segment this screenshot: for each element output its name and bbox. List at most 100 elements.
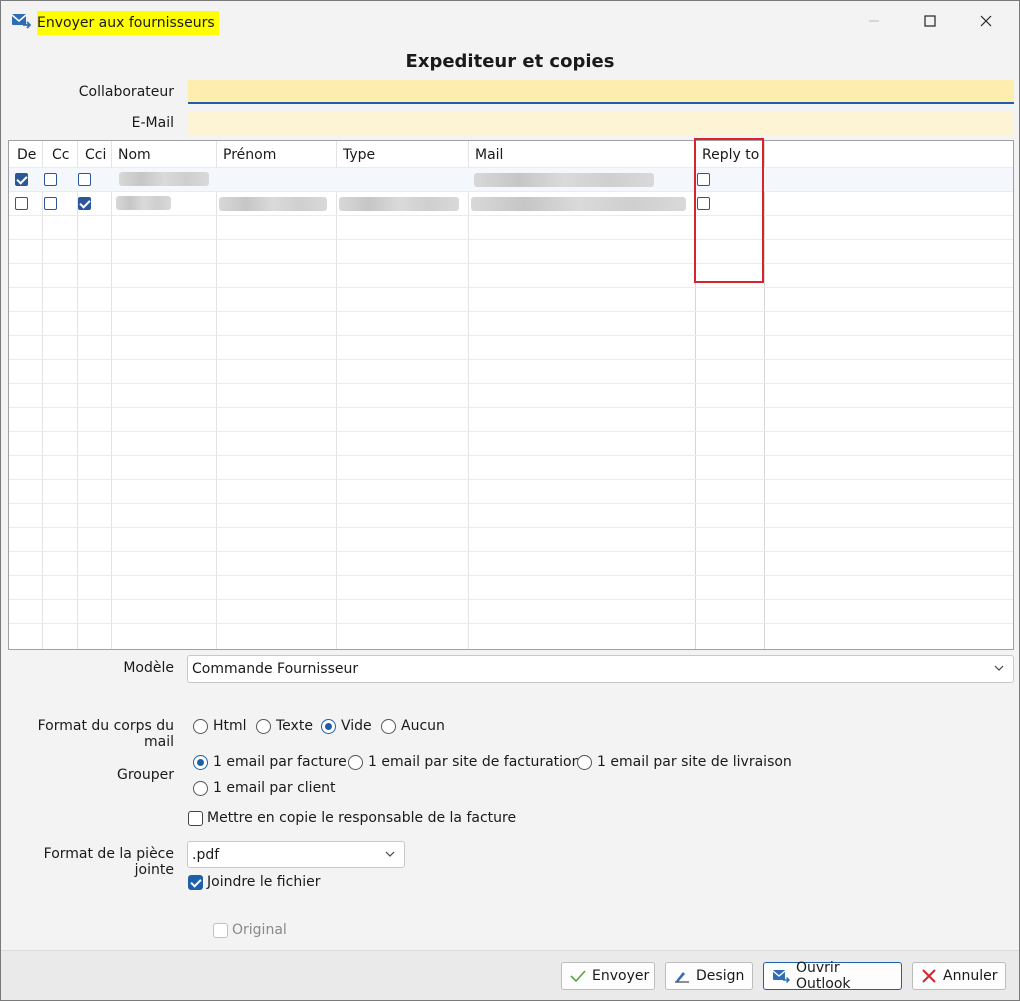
minimize-button[interactable] [851,1,897,41]
email-field[interactable] [188,111,1014,135]
minimize-icon [869,20,879,22]
radio-par-facture[interactable] [193,755,208,770]
radio-par-site-livraison[interactable] [577,755,592,770]
row2-cci-checkbox[interactable] [78,197,91,210]
column-divider [468,141,469,649]
row-divider [9,431,1013,432]
redacted-type [339,197,459,211]
redacted-mail [471,197,686,211]
original-label: Original [232,922,287,938]
piece-jointe-label: Format de la pièce jointe [43,846,174,878]
close-button[interactable] [963,1,1009,41]
column-divider [42,141,43,649]
row1-de-checkbox[interactable] [15,173,28,186]
ouvrir-outlook-button-label: Ouvrir Outlook [796,960,851,992]
column-header-prenom[interactable]: Prénom [217,141,276,167]
row-divider [9,551,1013,552]
column-header-mail[interactable]: Mail [469,141,503,167]
row-divider [9,623,1013,624]
radio-html-label: Html [213,718,247,734]
close-icon [980,15,992,27]
column-header-de[interactable]: De [11,141,36,167]
table-row[interactable] [9,192,1013,215]
column-divider [77,141,78,649]
mail-send-icon [11,14,31,29]
row-divider [9,479,1013,480]
envoyer-button[interactable]: Envoyer [561,962,655,990]
email-label: E-Mail [131,115,174,131]
piece-jointe-select[interactable]: .pdf [187,841,405,868]
row-divider [9,359,1013,360]
modele-select[interactable]: Commande Fournisseur [187,655,1014,683]
column-divider [336,141,337,649]
radio-texte[interactable] [256,719,271,734]
row-divider [9,287,1013,288]
collaborateur-label: Collaborateur [78,84,174,100]
row2-cc-checkbox[interactable] [44,197,57,210]
collaborateur-field[interactable] [188,80,1014,104]
ouvrir-outlook-button[interactable]: Ouvrir Outlook [763,960,902,992]
radio-texte-label: Texte [276,718,313,734]
redacted-prenom [219,197,327,211]
redacted-nom [119,172,209,186]
radio-aucun-label: Aucun [401,718,445,734]
row-divider [9,383,1013,384]
radio-vide[interactable] [321,719,336,734]
annuler-button-label: Annuler [943,968,998,984]
row2-de-checkbox[interactable] [15,197,28,210]
column-divider [764,141,765,649]
radio-par-client-label: 1 email par client [213,780,336,796]
radio-aucun[interactable] [381,719,396,734]
table-row[interactable] [9,168,1013,191]
section-heading: Expediteur et copies [405,51,615,72]
design-button-label: Design [696,968,745,984]
copie-responsable-checkbox[interactable] [188,811,203,826]
row-divider [9,263,1013,264]
radio-par-site-facturation[interactable] [348,755,363,770]
column-header-cc[interactable]: Cc [46,141,69,167]
recipients-grid[interactable]: De Cc Cci Nom Prénom Type Mail Reply to [8,140,1014,650]
title-bar: Envoyer aux fournisseurs [1,1,1019,41]
chevron-down-icon [994,665,1004,671]
row-divider [9,503,1013,504]
modele-label: Modèle [123,660,174,676]
piece-jointe-value: .pdf [192,847,220,863]
grouper-label: Grouper [117,767,174,783]
column-header-nom[interactable]: Nom [112,141,151,167]
row1-cci-checkbox[interactable] [78,173,91,186]
row-divider [9,527,1013,528]
format-corps-label: Format du corps du mail [37,718,174,750]
modele-value: Commande Fournisseur [192,661,359,677]
radio-par-client[interactable] [193,781,208,796]
row-divider [9,599,1013,600]
design-button[interactable]: Design [665,962,753,990]
radio-html[interactable] [193,719,208,734]
column-divider [111,141,112,649]
radio-par-facture-label: 1 email par facture [213,754,347,770]
mail-send-icon [772,970,790,983]
row1-cc-checkbox[interactable] [44,173,57,186]
maximize-icon [924,15,936,27]
row-divider [9,311,1013,312]
copie-responsable-label: Mettre en copie le responsable de la fac… [207,810,517,826]
joindre-fichier-label: Joindre le fichier [207,874,321,890]
maximize-button[interactable] [907,1,953,41]
redacted-nom [116,196,171,210]
original-checkbox[interactable] [213,923,228,938]
annotation-highlight-box [694,138,764,283]
radio-par-site-facturation-label: 1 email par site de facturation [368,754,581,770]
chevron-down-icon [385,851,395,857]
row-divider [9,215,1013,216]
redacted-mail [474,173,654,187]
row-divider [9,575,1013,576]
check-icon [570,970,586,983]
column-header-cci[interactable]: Cci [79,141,106,167]
close-icon [922,969,936,983]
annuler-button[interactable]: Annuler [912,962,1006,990]
column-header-type[interactable]: Type [337,141,375,167]
joindre-fichier-checkbox[interactable] [188,875,203,890]
radio-vide-label: Vide [341,718,372,734]
row-divider [9,335,1013,336]
row-divider [9,239,1013,240]
column-divider [216,141,217,649]
